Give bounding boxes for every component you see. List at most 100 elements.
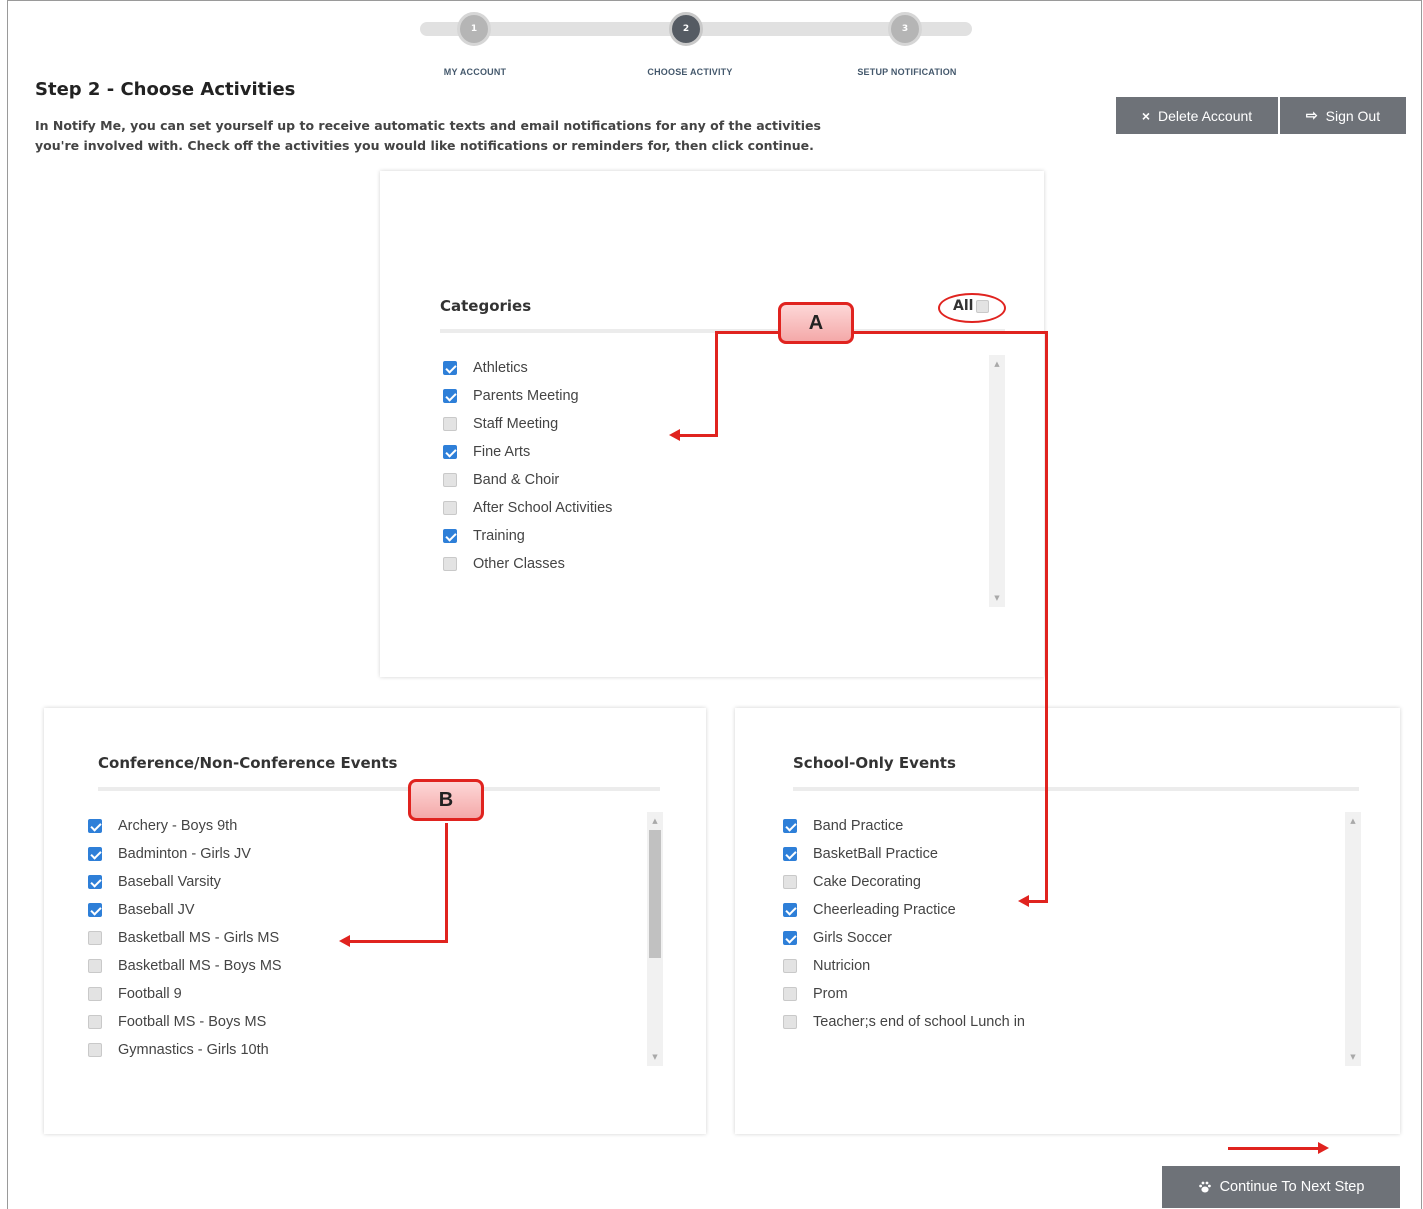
list-item[interactable]: Archery - Boys 9th [88,812,282,840]
item-checkbox[interactable] [88,931,102,945]
list-item[interactable]: Baseball JV [88,896,282,924]
list-item[interactable]: After School Activities [443,494,612,522]
item-checkbox[interactable] [443,389,457,403]
item-checkbox[interactable] [88,1043,102,1057]
item-checkbox[interactable] [88,959,102,973]
list-item[interactable]: Baseball Varsity [88,868,282,896]
delete-account-button[interactable]: × Delete Account [1116,97,1278,134]
item-label: Football 9 [118,986,182,1002]
item-checkbox[interactable] [88,847,102,861]
item-checkbox[interactable] [783,903,797,917]
list-item[interactable]: Cake Decorating [783,868,1025,896]
item-checkbox[interactable] [443,557,457,571]
item-label: Archery - Boys 9th [118,818,238,834]
item-checkbox[interactable] [783,987,797,1001]
item-checkbox[interactable] [88,1015,102,1029]
item-checkbox[interactable] [443,445,457,459]
item-checkbox[interactable] [783,959,797,973]
callout-a-line [715,331,718,437]
conference-scrollbar[interactable]: ▲ ▼ [647,812,663,1066]
callout-b: B [408,779,484,821]
step-2-circle[interactable]: 2 [669,12,703,46]
sign-out-icon: ⇨ [1305,107,1318,123]
item-checkbox[interactable] [443,501,457,515]
item-checkbox[interactable] [443,473,457,487]
item-label: Band & Choir [473,472,560,488]
list-item[interactable]: Fine Arts [443,438,612,466]
list-item[interactable]: Other Classes [443,550,612,578]
continue-button[interactable]: Continue To Next Step [1162,1166,1400,1208]
continue-arrow-line [1228,1147,1320,1150]
list-item[interactable]: Training [443,522,612,550]
list-item[interactable]: Football 9 [88,980,282,1008]
item-checkbox[interactable] [783,931,797,945]
item-checkbox[interactable] [783,847,797,861]
list-item[interactable]: Nutricion [783,952,1025,980]
sign-out-button[interactable]: ⇨ Sign Out [1280,97,1406,134]
school-only-scrollbar[interactable]: ▲ ▼ [1345,812,1361,1066]
arrow-left-icon [669,429,680,441]
item-label: Basketball MS - Boys MS [118,958,282,974]
item-label: Staff Meeting [473,416,559,432]
item-label: Nutricion [813,958,871,974]
step-1-circle[interactable]: 1 [457,12,491,46]
categories-scrollbar[interactable]: ▲ ▼ [989,355,1005,607]
list-item[interactable]: Band & Choir [443,466,612,494]
item-checkbox[interactable] [783,1015,797,1029]
item-checkbox[interactable] [88,987,102,1001]
scroll-down-icon[interactable]: ▼ [989,591,1005,605]
item-checkbox[interactable] [88,819,102,833]
close-icon: × [1141,107,1150,124]
scroll-down-icon[interactable]: ▼ [1345,1050,1361,1064]
callout-a-line [680,434,718,437]
item-checkbox[interactable] [88,903,102,917]
list-item[interactable]: Gymnastics - Girls 10th [88,1036,282,1064]
categories-title: Categories [440,297,532,315]
item-label: Prom [813,986,848,1002]
scroll-up-icon[interactable]: ▲ [1345,814,1361,828]
scroll-down-icon[interactable]: ▼ [647,1050,663,1064]
school-only-rule [793,787,1359,791]
item-checkbox[interactable] [783,819,797,833]
item-checkbox[interactable] [88,875,102,889]
step-2-number: 2 [682,24,690,34]
callout-a-line [853,331,1048,334]
list-item[interactable]: Girls Soccer [783,924,1025,952]
delete-account-label: Delete Account [1158,107,1253,124]
list-item[interactable]: Basketball MS - Girls MS [88,924,282,952]
list-item[interactable]: Basketball MS - Boys MS [88,952,282,980]
item-label: Fine Arts [473,444,531,460]
list-item[interactable]: Football MS - Boys MS [88,1008,282,1036]
item-checkbox[interactable] [443,417,457,431]
list-item[interactable]: Badminton - Girls JV [88,840,282,868]
list-item[interactable]: BasketBall Practice [783,840,1025,868]
conference-rule [98,787,660,791]
list-item[interactable]: Staff Meeting [443,410,612,438]
list-item[interactable]: Band Practice [783,812,1025,840]
scroll-up-icon[interactable]: ▲ [989,357,1005,371]
step-3-number: 3 [901,24,909,34]
item-checkbox[interactable] [443,361,457,375]
item-checkbox[interactable] [443,529,457,543]
arrow-right-icon [1318,1142,1329,1154]
step-3-circle[interactable]: 3 [888,12,922,46]
paw-icon [1198,1181,1211,1193]
item-label: Football MS - Boys MS [118,1014,267,1030]
item-label: Athletics [473,360,528,376]
list-item[interactable]: Athletics [443,354,612,382]
item-label: Girls Soccer [813,930,892,946]
list-item[interactable]: Prom [783,980,1025,1008]
list-item[interactable]: Cheerleading Practice [783,896,1025,924]
list-item[interactable]: Parents Meeting [443,382,612,410]
item-label: Basketball MS - Girls MS [118,930,280,946]
conference-list: Archery - Boys 9th Badminton - Girls JV Ba… [88,812,282,1064]
callout-a: A [778,302,854,344]
scroll-up-icon[interactable]: ▲ [647,814,663,828]
item-label: Badminton - Girls JV [118,846,251,862]
item-checkbox[interactable] [783,875,797,889]
scroll-thumb[interactable] [649,830,661,958]
item-label: Baseball Varsity [118,874,221,890]
list-item[interactable]: Teacher;s end of school Lunch in [783,1008,1025,1036]
conference-title: Conference/Non-Conference Events [98,754,398,772]
item-label: Parents Meeting [473,388,579,404]
